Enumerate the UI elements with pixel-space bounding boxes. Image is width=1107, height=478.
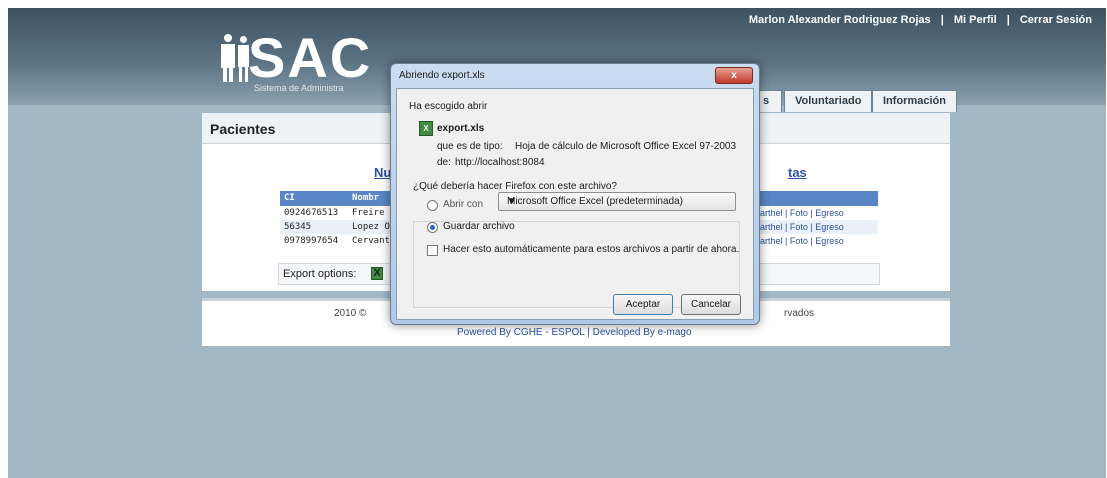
footer-copyright: 2010 © xyxy=(334,308,367,319)
chevron-down-icon: ▼ xyxy=(507,196,517,207)
cell-ci: 56345 xyxy=(284,222,312,232)
list-link[interactable]: tas xyxy=(788,165,807,180)
new-patient-link[interactable]: Nu xyxy=(374,165,391,180)
accept-button[interactable]: Aceptar xyxy=(613,294,673,315)
cell-name: Lopez O xyxy=(352,222,390,232)
profile-link[interactable]: Mi Perfil xyxy=(954,14,997,26)
cell-name: Freire L xyxy=(352,208,396,218)
row-actions[interactable]: arthel | Foto | Egreso xyxy=(760,208,844,218)
dialog-title: Abriendo export.xls xyxy=(399,70,485,81)
page-title: Pacientes xyxy=(210,121,276,137)
user-nav: Marlon Alexander Rodriguez Rojas | Mi Pe… xyxy=(749,14,1092,26)
footer-powered[interactable]: Powered By CGHE - ESPOL | Developed By e… xyxy=(457,327,692,338)
row-actions[interactable]: arthel | Foto | Egreso xyxy=(760,222,844,232)
column-header-name[interactable]: Nombr xyxy=(352,193,379,203)
file-type-value: Hoja de cálculo de Microsoft Office Exce… xyxy=(515,141,737,152)
close-button[interactable]: x xyxy=(715,67,753,84)
open-with-radio[interactable] xyxy=(427,200,438,211)
file-type-label: que es de tipo: xyxy=(437,141,503,152)
cell-name: Cervant xyxy=(352,236,390,246)
auto-action-checkbox[interactable] xyxy=(427,245,438,256)
cell-ci: 0978997654 xyxy=(284,236,339,246)
open-with-select[interactable]: Microsoft Office Excel (predeterminada) … xyxy=(498,192,736,211)
open-with-label: Abrir con xyxy=(443,199,484,210)
export-label: Export options: xyxy=(283,268,357,280)
cell-ci: 0924676513 xyxy=(284,208,339,218)
user-name-link[interactable]: Marlon Alexander Rodriguez Rojas xyxy=(749,14,931,26)
row-actions[interactable]: arthel | Foto | Egreso xyxy=(760,236,844,246)
file-source-label: de: xyxy=(437,157,451,168)
column-header-ci[interactable]: CI xyxy=(284,193,295,203)
file-source-value: http://localhost:8084 xyxy=(455,157,545,168)
file-name: export.xls xyxy=(437,123,485,134)
dialog-intro: Ha escogido abrir xyxy=(409,101,488,112)
footer-rights: rvados xyxy=(784,308,815,319)
excel-file-icon: X xyxy=(419,121,433,136)
tab-voluntariado[interactable]: Voluntariado xyxy=(784,90,873,112)
app-window: Marlon Alexander Rodriguez Rojas | Mi Pe… xyxy=(8,8,1106,478)
tab-informacion[interactable]: Información xyxy=(872,90,957,112)
save-file-label: Guardar archivo xyxy=(443,221,515,232)
nav-separator: | xyxy=(940,14,944,26)
logout-link[interactable]: Cerrar Sesión xyxy=(1020,14,1092,26)
save-file-radio[interactable] xyxy=(427,222,438,233)
logo-text: SAC xyxy=(248,26,373,89)
dialog-question: ¿Qué debería hacer Firefox con este arch… xyxy=(413,181,617,192)
cancel-button[interactable]: Cancelar xyxy=(681,294,741,315)
nav-separator: | xyxy=(1006,14,1010,26)
excel-icon[interactable]: X xyxy=(371,267,383,280)
auto-action-label: Hacer esto automáticamente para estos ar… xyxy=(443,244,740,255)
